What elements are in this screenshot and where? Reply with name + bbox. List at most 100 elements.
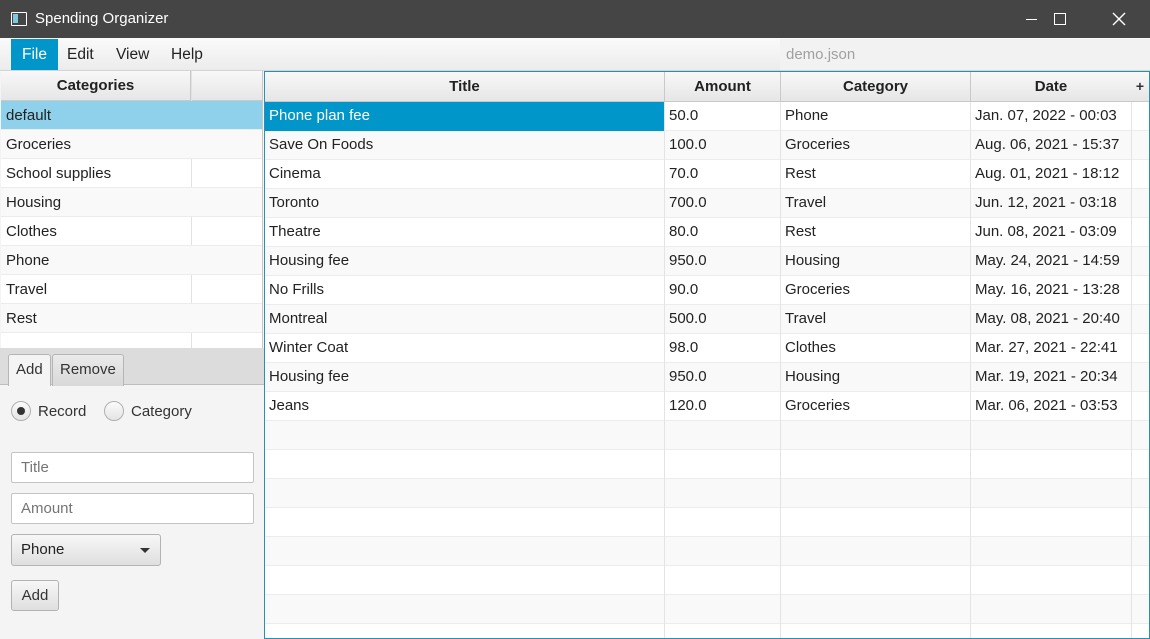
cell-title[interactable]: Housing fee: [265, 247, 664, 276]
categories-table[interactable]: Categories default Groceries School suppli…: [1, 71, 263, 348]
column-header-amount[interactable]: Amount: [665, 72, 781, 102]
cell-title[interactable]: Cinema: [265, 160, 664, 189]
column-header-date[interactable]: Date: [971, 72, 1132, 102]
column-divider: [1131, 102, 1132, 638]
menu-bar: File Edit View Help demo.json: [0, 38, 1150, 71]
cell-amount[interactable]: 950.0: [665, 363, 780, 392]
cell-date[interactable]: Mar. 27, 2021 - 22:41: [971, 334, 1131, 363]
category-row[interactable]: Travel: [1, 275, 262, 304]
maximize-icon: [1054, 13, 1066, 25]
table-row[interactable]: Toronto 700.0 Travel Jun. 12, 2021 - 03:18: [265, 189, 1149, 218]
title-input[interactable]: [11, 452, 254, 483]
cell-date[interactable]: Jun. 12, 2021 - 03:18: [971, 189, 1131, 218]
column-menu-button[interactable]: +: [1131, 72, 1149, 102]
cell-date[interactable]: Mar. 06, 2021 - 03:53: [971, 392, 1131, 421]
empty-row[interactable]: [265, 479, 1149, 508]
category-select[interactable]: Phone: [11, 534, 161, 566]
cell-amount[interactable]: 700.0: [665, 189, 780, 218]
table-row[interactable]: Housing fee 950.0 Housing Mar. 19, 2021 - 2…: [265, 363, 1149, 392]
radio-category[interactable]: Category: [104, 401, 192, 421]
menu-file[interactable]: File: [11, 39, 58, 70]
menu-view[interactable]: View: [105, 39, 160, 70]
category-row[interactable]: School supplies: [1, 159, 262, 188]
tab-remove[interactable]: Remove: [52, 354, 124, 386]
close-button[interactable]: [1090, 0, 1148, 38]
cell-category[interactable]: Housing: [781, 247, 970, 276]
cell-category[interactable]: Rest: [781, 218, 970, 247]
table-row[interactable]: Montreal 500.0 Travel May. 08, 2021 - 20:40: [265, 305, 1149, 334]
cell-amount[interactable]: 50.0: [665, 102, 780, 131]
table-row[interactable]: Winter Coat 98.0 Clothes Mar. 27, 2021 - 22…: [265, 334, 1149, 363]
cell-title[interactable]: Save On Foods: [265, 131, 664, 160]
cell-title[interactable]: Toronto: [265, 189, 664, 218]
empty-row[interactable]: [265, 508, 1149, 537]
categories-header[interactable]: Categories: [1, 71, 191, 101]
empty-row[interactable]: [265, 566, 1149, 595]
category-row[interactable]: Groceries: [1, 130, 262, 159]
category-row[interactable]: Clothes: [1, 217, 262, 246]
cell-date[interactable]: Jun. 08, 2021 - 03:09: [971, 218, 1131, 247]
category-row[interactable]: Rest: [1, 304, 262, 333]
table-row[interactable]: No Frills 90.0 Groceries May. 16, 2021 - 13…: [265, 276, 1149, 305]
cell-category[interactable]: Groceries: [781, 276, 970, 305]
category-row[interactable]: Housing: [1, 188, 262, 217]
table-row[interactable]: Housing fee 950.0 Housing May. 24, 2021 - 1…: [265, 247, 1149, 276]
cell-amount[interactable]: 500.0: [665, 305, 780, 334]
table-row[interactable]: Cinema 70.0 Rest Aug. 01, 2021 - 18:12: [265, 160, 1149, 189]
cell-amount[interactable]: 98.0: [665, 334, 780, 363]
cell-date[interactable]: May. 24, 2021 - 14:59: [971, 247, 1131, 276]
cell-category[interactable]: Rest: [781, 160, 970, 189]
cell-amount[interactable]: 120.0: [665, 392, 780, 421]
cell-title[interactable]: Theatre: [265, 218, 664, 247]
empty-row[interactable]: [265, 450, 1149, 479]
cell-title[interactable]: No Frills: [265, 276, 664, 305]
category-row[interactable]: Phone: [1, 246, 262, 275]
cell-title[interactable]: Winter Coat: [265, 334, 664, 363]
cell-category[interactable]: Groceries: [781, 131, 970, 160]
cell-title[interactable]: Housing fee: [265, 363, 664, 392]
radio-unselected-icon: [104, 401, 124, 421]
cell-date[interactable]: May. 16, 2021 - 13:28: [971, 276, 1131, 305]
maximize-button[interactable]: [1031, 0, 1089, 38]
cell-category[interactable]: Clothes: [781, 334, 970, 363]
menu-edit[interactable]: Edit: [56, 39, 105, 70]
tab-add[interactable]: Add: [8, 354, 51, 386]
column-header-category[interactable]: Category: [781, 72, 971, 102]
cell-title[interactable]: Phone plan fee: [265, 102, 664, 131]
cell-amount[interactable]: 80.0: [665, 218, 780, 247]
category-row-selected[interactable]: default: [1, 101, 262, 130]
empty-row[interactable]: [1, 333, 262, 348]
cell-category[interactable]: Phone: [781, 102, 970, 131]
category-name: Clothes: [6, 223, 57, 240]
amount-input[interactable]: [11, 493, 254, 524]
cell-date[interactable]: Jan. 07, 2022 - 00:03: [971, 102, 1131, 131]
column-header-title[interactable]: Title: [265, 72, 665, 102]
table-row[interactable]: Jeans 120.0 Groceries Mar. 06, 2021 - 03:53: [265, 392, 1149, 421]
radio-record[interactable]: Record: [11, 401, 86, 421]
add-button[interactable]: Add: [11, 580, 59, 611]
cell-title[interactable]: Montreal: [265, 305, 664, 334]
records-table[interactable]: Title Amount Category Date + Phone plan …: [264, 71, 1150, 639]
table-row[interactable]: Theatre 80.0 Rest Jun. 08, 2021 - 03:09: [265, 218, 1149, 247]
empty-row[interactable]: [265, 624, 1149, 638]
cell-amount[interactable]: 90.0: [665, 276, 780, 305]
table-row[interactable]: Save On Foods 100.0 Groceries Aug. 06, 2021…: [265, 131, 1149, 160]
cell-category[interactable]: Groceries: [781, 392, 970, 421]
cell-category[interactable]: Travel: [781, 189, 970, 218]
menu-help[interactable]: Help: [160, 39, 214, 70]
empty-row[interactable]: [265, 595, 1149, 624]
empty-row[interactable]: [265, 537, 1149, 566]
cell-category[interactable]: Housing: [781, 363, 970, 392]
cell-date[interactable]: May. 08, 2021 - 20:40: [971, 305, 1131, 334]
cell-date[interactable]: Mar. 19, 2021 - 20:34: [971, 363, 1131, 392]
cell-amount[interactable]: 100.0: [665, 131, 780, 160]
categories-header-filler: [191, 71, 262, 101]
cell-date[interactable]: Aug. 01, 2021 - 18:12: [971, 160, 1131, 189]
cell-date[interactable]: Aug. 06, 2021 - 15:37: [971, 131, 1131, 160]
cell-amount[interactable]: 950.0: [665, 247, 780, 276]
table-row[interactable]: Phone plan fee 50.0 Phone Jan. 07, 2022 - 0…: [265, 102, 1149, 131]
cell-category[interactable]: Travel: [781, 305, 970, 334]
cell-title[interactable]: Jeans: [265, 392, 664, 421]
empty-row[interactable]: [265, 421, 1149, 450]
cell-amount[interactable]: 70.0: [665, 160, 780, 189]
